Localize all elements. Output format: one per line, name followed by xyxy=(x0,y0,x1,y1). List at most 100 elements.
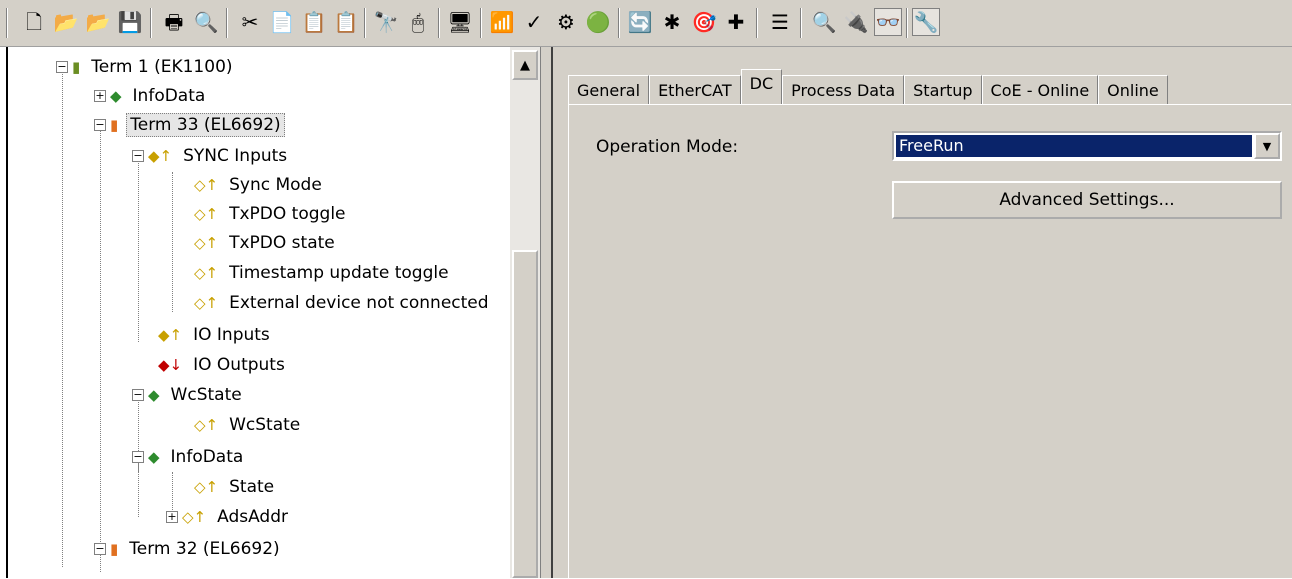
copy-icon[interactable]: 📄 xyxy=(268,8,296,36)
tree-item[interactable]: + ◇↑ AdsAddr xyxy=(166,503,291,531)
pane-splitter[interactable] xyxy=(540,47,558,578)
tree-line xyxy=(62,67,63,567)
terminal-icon: ▮ xyxy=(72,58,81,76)
tree-item[interactable]: − ◆ InfoData xyxy=(132,443,246,471)
zoom-icon[interactable]: 🔌 xyxy=(842,8,870,36)
red-output-group-icon: ◆↓ xyxy=(158,356,183,374)
list-icon[interactable]: 🔍 xyxy=(810,8,838,36)
tree-item[interactable]: ◇↑ TxPDO toggle xyxy=(194,200,349,228)
tree-item-label: AdsAddr xyxy=(217,507,288,527)
collapse-icon[interactable]: − xyxy=(132,451,144,463)
monitor-icon[interactable]: 🖥 xyxy=(446,8,474,36)
toolbar-separator xyxy=(364,8,366,38)
tree-item[interactable]: ◇↑ TxPDO state xyxy=(194,229,338,257)
paste-icon[interactable]: 📋 xyxy=(300,8,328,36)
print-preview-icon[interactable]: 🔍 xyxy=(192,8,220,36)
build-icon[interactable]: ⚙ xyxy=(552,8,580,36)
tree-item-label: Term 33 (EL6692) xyxy=(126,113,285,137)
tree-item-label: WcState xyxy=(229,415,301,435)
expand-icon[interactable]: + xyxy=(94,90,106,102)
operation-mode-select[interactable]: FreeRun ▼ xyxy=(892,131,1282,161)
tree-item[interactable]: ◇↑ State xyxy=(194,473,277,501)
tree-item-label: InfoData xyxy=(132,86,206,106)
tree-item-label: TxPDO toggle xyxy=(229,204,346,224)
open-project-icon[interactable]: 📂 xyxy=(84,8,112,36)
new-file-icon[interactable]: 🗋 xyxy=(20,8,48,36)
collapse-icon[interactable]: − xyxy=(94,119,106,131)
tab-dc[interactable]: DC xyxy=(740,69,783,105)
glasses-icon[interactable]: 🔧 xyxy=(912,8,940,36)
check-icon[interactable]: ✓ xyxy=(520,8,548,36)
tree-item[interactable]: − ◆ WcState xyxy=(132,381,245,409)
tree-line xyxy=(172,172,173,312)
scan-icon[interactable]: 🎯 xyxy=(690,8,718,36)
restart-icon[interactable]: 🔄 xyxy=(626,8,654,36)
tree-item[interactable]: ◇↑ Timestamp update toggle xyxy=(194,259,452,287)
tab-strip: General EtherCAT DC Process Data Startup… xyxy=(568,69,1168,105)
tree-item-label: Sync Mode xyxy=(229,175,322,195)
green-group-icon: ◆ xyxy=(148,386,160,404)
tree-item[interactable]: ◇↑ External device not connected xyxy=(194,289,492,317)
find-icon[interactable]: 🔭 xyxy=(372,8,400,36)
link-icon[interactable] xyxy=(944,8,972,36)
tree-item-label: SYNC Inputs xyxy=(183,146,288,166)
tree-item[interactable]: ◇↑ WcState xyxy=(194,411,303,439)
reload-icon[interactable]: ✱ xyxy=(658,8,686,36)
network-icon[interactable]: 📶 xyxy=(488,8,516,36)
toolbar-separator xyxy=(618,8,620,38)
collapse-icon[interactable]: − xyxy=(94,543,106,555)
tab-ethercat[interactable]: EtherCAT xyxy=(649,75,741,105)
toolbar-separator xyxy=(800,8,802,38)
tree-item[interactable]: + ◆ InfoData xyxy=(94,82,208,110)
paste-special-icon[interactable]: 📋 xyxy=(332,8,360,36)
collapse-icon[interactable]: − xyxy=(132,389,144,401)
tree-item-label: External device not connected xyxy=(229,293,489,313)
collapse-icon[interactable]: − xyxy=(132,150,144,162)
tree-item-label: Term 32 (EL6692) xyxy=(129,539,280,559)
activate-icon[interactable]: 🟢 xyxy=(584,8,612,36)
tab-general[interactable]: General xyxy=(568,75,650,105)
input-var-icon: ◇↑ xyxy=(194,176,219,194)
tree-item[interactable]: ◆↑ IO Inputs xyxy=(158,321,273,349)
online-icon[interactable]: 👓 xyxy=(874,8,902,36)
scrollbar-thumb[interactable] xyxy=(512,250,538,578)
tree-item[interactable]: ◇↑ Sync Mode xyxy=(194,171,325,199)
advanced-settings-button[interactable]: Advanced Settings... xyxy=(892,181,1282,219)
add-icon[interactable]: ☰ xyxy=(766,8,794,36)
tree-item-label: IO Outputs xyxy=(193,355,285,375)
toolbar-separator xyxy=(150,8,152,38)
tree-item[interactable]: − ◆↑ SYNC Inputs xyxy=(132,142,290,170)
project-tree[interactable]: − ▮ Term 1 (EK1100) + ◆ InfoData − ▮ Ter… xyxy=(0,47,540,578)
save-icon[interactable]: 💾 xyxy=(116,8,144,36)
tree-border xyxy=(6,47,8,578)
tab-coe-online[interactable]: CoE - Online xyxy=(981,75,1099,105)
print-icon[interactable]: 🖶 xyxy=(160,8,188,36)
tree-item[interactable]: − ▮ Term 33 (EL6692) xyxy=(94,111,285,139)
tab-online[interactable]: Online xyxy=(1098,75,1168,105)
tree-item-label: Timestamp update toggle xyxy=(229,263,449,283)
scroll-up-icon[interactable]: ▲ xyxy=(512,50,538,80)
toolbar-separator xyxy=(480,8,482,38)
collapse-icon[interactable]: − xyxy=(56,61,68,73)
tree-item[interactable]: − ▮ Term 32 (EL6692) xyxy=(94,535,283,563)
chevron-down-icon[interactable]: ▼ xyxy=(1254,133,1280,159)
tree-item-label: WcState xyxy=(170,385,242,405)
yellow-input-group-icon: ◆↑ xyxy=(158,326,183,344)
input-var-icon: ◇↑ xyxy=(194,294,219,312)
expand-icon[interactable]: + xyxy=(166,511,178,523)
input-var-icon: ◇↑ xyxy=(194,416,219,434)
tree-item[interactable]: ◆↓ IO Outputs xyxy=(158,351,288,379)
green-group-icon: ◆ xyxy=(148,448,160,466)
terminal-icon: ▮ xyxy=(110,540,119,558)
tree-item-label: Term 1 (EK1100) xyxy=(91,57,233,77)
tree-item[interactable]: − ▮ Term 1 (EK1100) xyxy=(56,53,236,81)
toolbar-separator xyxy=(226,8,228,38)
tab-startup[interactable]: Startup xyxy=(904,75,982,105)
tab-process-data[interactable]: Process Data xyxy=(782,75,905,105)
stop-icon[interactable]: ✚ xyxy=(722,8,750,36)
open-file-icon[interactable]: 📂 xyxy=(52,8,80,36)
input-var-icon: ◇↑ xyxy=(194,205,219,223)
toolbar-separator xyxy=(756,8,758,38)
cut-icon[interactable]: ✂ xyxy=(236,8,264,36)
mouse-icon[interactable]: 🖱 xyxy=(404,8,432,36)
